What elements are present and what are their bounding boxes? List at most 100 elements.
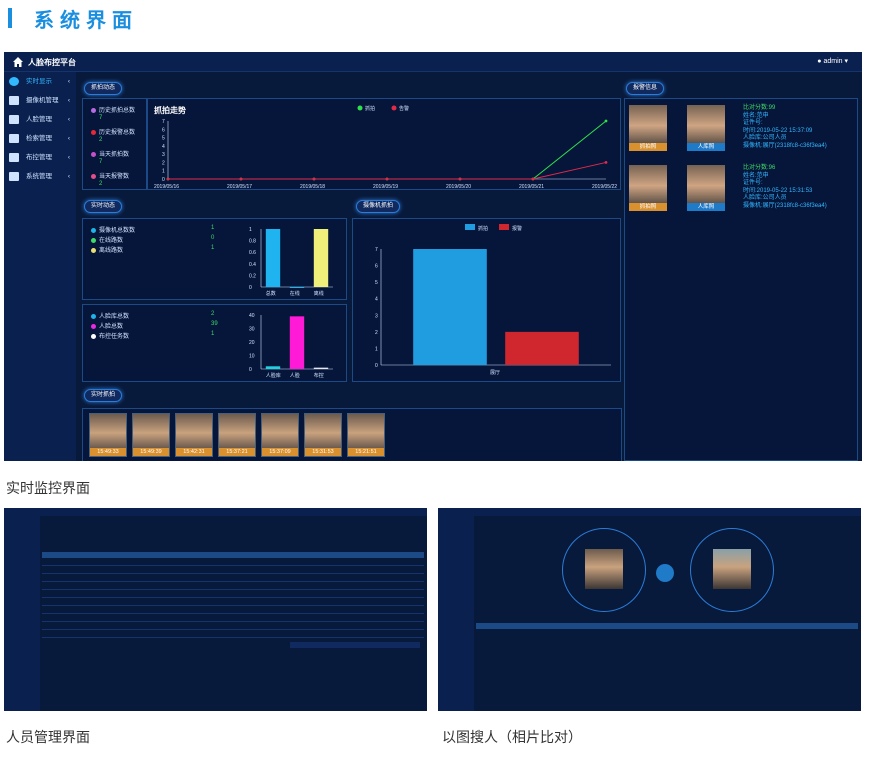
sidebar-item-0[interactable]: 实时显示 ‹ [4,72,76,91]
monitor-icon [9,153,19,162]
capture-thumbnail[interactable]: 15:49:33 [89,413,127,457]
y-tick-label: 0.8 [249,239,256,245]
x-tick-label: 总数 [266,290,276,297]
table-row[interactable] [42,632,424,638]
alarm-time: 时间:2019-05-22 15:37:09 [743,127,813,134]
photo-caption: 抓拍照 [629,203,667,211]
x-tick-label: 2019/05/18 [300,184,325,190]
capture-stats-panel: 历史抓拍总数 7 历史报警总数 2 当天抓拍数 7 当天报警数 2 [82,98,147,190]
table-row[interactable] [42,584,424,590]
caption-search: 以图搜人（相片比对） [442,729,582,745]
capture-thumbnail[interactable]: 15:49:39 [132,413,170,457]
x-tick-label: 在线 [290,290,300,297]
y-tick-label: 4 [162,144,165,150]
chart-title: 抓拍走势 [154,105,186,115]
bar [265,229,281,287]
user-menu[interactable]: ● admin ▾ [817,57,848,65]
face-stat-value: 1 [211,331,215,337]
alarm-library: 人脸库:公司人员 [743,135,787,141]
y-tick-label: 10 [249,354,255,360]
y-tick-label: 1 [375,346,378,352]
cam-stat-value: 1 [211,225,215,231]
y-tick-label: 1 [249,227,252,233]
y-tick-label: 0 [162,177,165,183]
page-heading: 系统界面 [34,10,138,32]
y-tick-label: 0.4 [249,262,256,268]
y-tick-label: 0.2 [249,273,256,279]
alarm-id: 证件号: [743,180,763,186]
table-row[interactable] [42,560,424,566]
capture-thumbnail[interactable]: 15:31:53 [304,413,342,457]
sidebar-item-1[interactable]: 摄像机管理 ‹ [4,91,76,110]
legend-label: 告警 [399,105,409,112]
alarm-library: 人脸库:公司人员 [743,195,787,201]
bar [313,229,329,287]
sidebar-item-5[interactable]: 系统管理 ‹ [4,167,76,186]
target-photo-circle[interactable] [690,528,774,612]
table-row[interactable] [42,600,424,606]
sidebar-item-2[interactable]: 人脸管理 ‹ [4,110,76,129]
capture-thumbnail[interactable]: 15:21:51 [347,413,385,457]
alarm-database-photo[interactable]: 人库照 [687,105,725,151]
face-stat-label: 人脸总数 [91,321,123,330]
face-stat-label: 布控任务数 [91,331,129,340]
capture-thumbnail[interactable]: 15:37:09 [261,413,299,457]
cap-stat-value: 2 [99,137,103,143]
sidebar-item-4[interactable]: 布控管理 ‹ [4,148,76,167]
table-row[interactable] [42,568,424,574]
table-row[interactable] [42,616,424,622]
legend-swatch [499,224,509,230]
sidebar-item-3[interactable]: 检索管理 ‹ [4,129,76,148]
alarm-capture-photo[interactable]: 抓拍照 [629,105,667,151]
table-row[interactable] [42,624,424,630]
target-photo [713,549,751,589]
cam-stat-value: 0 [211,235,215,241]
query-photo [585,549,623,589]
realtime-capture-panel: 15:49:33 15:49:39 15:42:31 15:37:21 15:37:09… [82,408,622,461]
alarm-name: 姓名:范申 [743,112,769,119]
legend-dot [91,173,96,179]
capture-thumbnail[interactable]: 15:42:31 [175,413,213,457]
sidebar-item-label: 检索管理 [26,135,52,142]
face-stats-panel: 人脸库总数 2 人脸总数 39 布控任务数 1 0 10 20 30 40 人脸库 人脸 布控 [82,304,347,382]
y-tick-label: 7 [162,119,165,125]
chevron-left-icon: ‹ [67,135,70,142]
legend-label: 抓拍 [478,225,488,232]
table-row[interactable] [42,592,424,598]
y-tick-label: 0 [249,367,252,373]
legend-dot [91,129,96,135]
image-search-screenshot [438,508,861,711]
capture-thumbnail[interactable]: 15:37:21 [218,413,256,457]
people-sidebar [4,516,40,711]
alarm-camera: 摄像机:展厅(2318fc8-c36f3ea4) [743,202,827,209]
legend-dot [91,247,96,253]
x-tick-label: 布控 [314,372,324,379]
app-title: 人脸布控平台 [28,58,76,67]
y-tick-label: 7 [375,247,378,253]
query-photo-circle[interactable] [562,528,646,612]
alarm-database-photo[interactable]: 人库照 [687,165,725,211]
data-point [239,177,243,181]
legend-swatch [465,224,475,230]
bar [313,367,329,369]
alarm-capture-photo[interactable]: 抓拍照 [629,165,667,211]
compare-button[interactable] [656,564,674,582]
y-tick-label: 0 [375,363,378,369]
x-tick-label: 2019/05/22 [592,184,617,190]
people-pagination [290,642,420,648]
users-icon [9,115,19,124]
y-tick-label: 3 [162,152,165,158]
trend-line-chart: 抓拍走势 抓拍 告警 0 1 2 3 4 5 6 7 2019/05/16 2019/05/17 2019… [154,105,617,190]
sidebar-item-label: 摄像机管理 [26,97,59,104]
camera-capture-bar-chart: 抓拍 报警 0 1 2 3 4 5 6 7 展厅 [375,224,611,376]
app-header: 人脸布控平台 ● admin ▾ [4,52,862,72]
tag-capture-trend: 抓拍动态 [84,82,123,95]
face-bar-chart: 0 10 20 30 40 人脸库 人脸 布控 [249,313,333,379]
alarm-time: 时间:2019-05-22 15:31:53 [743,187,813,194]
table-row[interactable] [42,608,424,614]
home-icon[interactable] [12,56,24,68]
y-tick-label: 4 [375,297,378,303]
bar [265,366,281,369]
data-point [385,177,389,181]
table-row[interactable] [42,576,424,582]
